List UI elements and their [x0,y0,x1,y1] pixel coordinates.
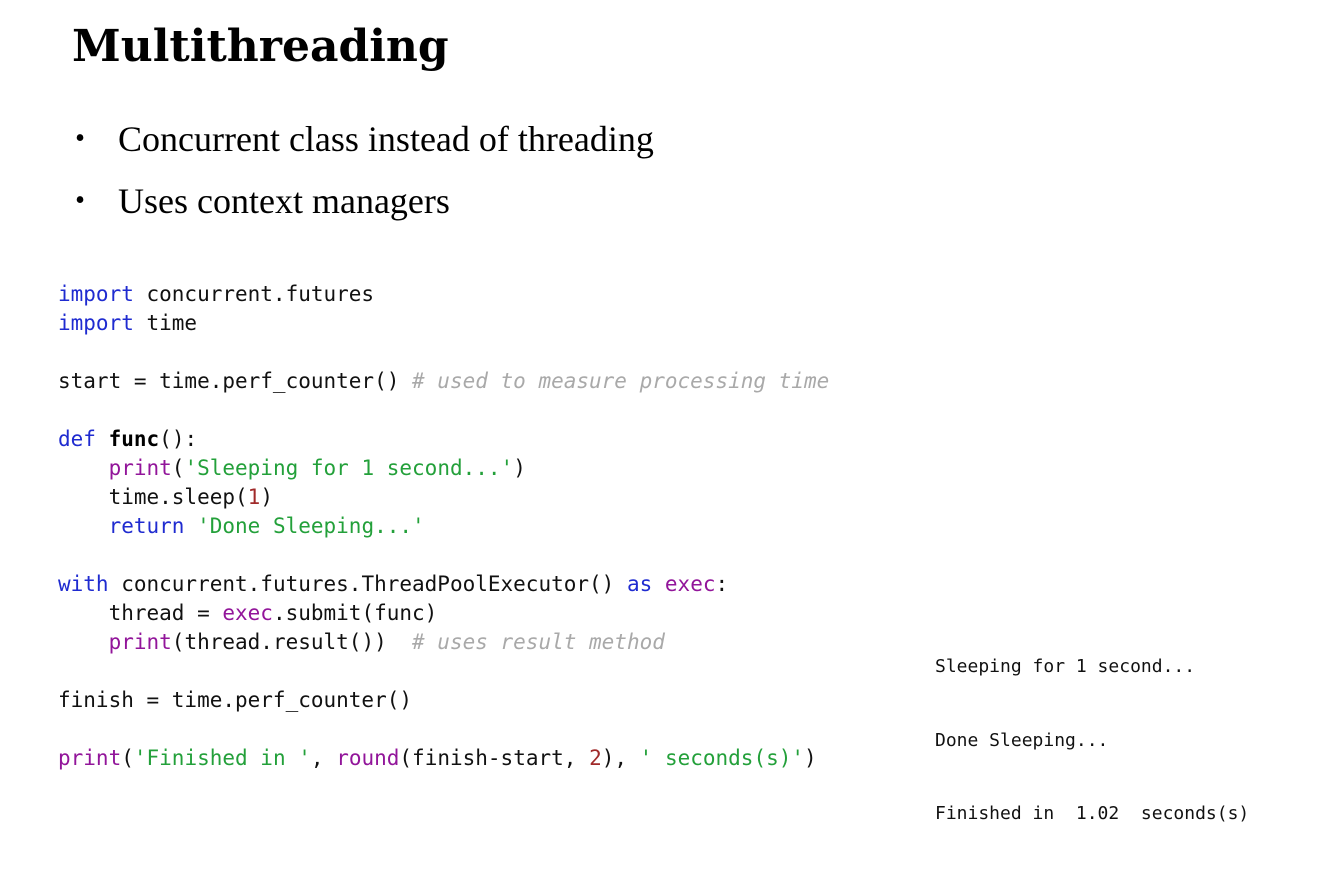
code-token: ), [601,746,640,770]
code-token: as [626,572,653,596]
code-token: 1 [247,485,261,509]
code-token: round [336,746,400,770]
code-token: def [58,427,96,451]
code-token: import [58,282,134,306]
code-token: # used to measure processing time [412,369,830,393]
code-block: import concurrent.futures import time sta… [58,280,829,773]
code-token: 'Done Sleeping...' [197,514,425,538]
code-token: finish = time.perf_counter() [58,688,413,712]
code-line: print(thread.result()) # uses result met… [58,628,829,657]
code-token: (finish-start, [399,746,590,770]
bullet-marker: • [75,123,85,154]
code-line: print('Finished in ', round(finish-start… [58,744,829,773]
code-token: , [310,746,337,770]
code-token: concurrent.futures [133,282,375,306]
code-token: with [58,572,109,596]
code-line: time.sleep(1) [58,483,829,512]
code-token: time [133,311,198,335]
code-token: print [108,456,172,480]
code-token: .submit(func) [272,601,438,625]
bullet-marker: • [75,185,85,216]
code-line: finish = time.perf_counter() [58,686,829,715]
bullet-text: Uses context managers [118,181,450,221]
code-line: import time [58,309,829,338]
slide-title: Multithreading [72,21,449,72]
code-token: exec [222,601,273,625]
code-token: ) [513,456,526,480]
code-token: ' seconds(s)' [639,746,805,770]
bullet-item: • Concurrent class instead of threading [72,114,654,176]
code-token: : [715,572,729,596]
code-token: 2 [589,746,602,770]
code-line: with concurrent.futures.ThreadPoolExecut… [58,570,829,599]
code-line: return 'Done Sleeping...' [58,512,829,541]
code-token: ( [121,746,134,770]
code-token: exec [664,572,716,596]
bullet-item: • Uses context managers [72,176,654,238]
code-line: start = time.perf_counter() # used to me… [58,367,829,396]
code-token: start = time.perf_counter() [58,369,413,393]
code-line: print('Sleeping for 1 second...') [58,454,829,483]
code-line: import concurrent.futures [58,280,829,309]
code-token: # uses result method [412,630,665,654]
code-token: ) [260,485,273,509]
code-token: ( [171,456,185,480]
output-line: Sleeping for 1 second... [935,656,1196,677]
code-token: func [108,427,160,451]
bullet-text: Concurrent class instead of threading [118,119,654,159]
code-line: thread = exec.submit(func) [58,599,829,628]
output-panel: Sleeping for 1 second... Done Sleeping..… [935,606,1249,851]
code-token: 'Sleeping for 1 second...' [184,456,514,480]
code-token: return [108,514,185,538]
code-token: thread = [58,601,223,625]
code-token: ) [804,746,817,770]
output-line: Finished in 1.02 seconds(s) [935,803,1250,824]
code-token: print [108,630,172,654]
code-token: import [58,311,134,335]
bullet-list: • Concurrent class instead of threading … [72,114,654,238]
code-line: def func(): [58,425,829,454]
output-line: Done Sleeping... [935,729,1109,751]
code-token: (): [159,427,198,451]
code-token: 'Finished in ' [133,746,311,770]
code-token: concurrent.futures.ThreadPoolExecutor() [108,572,627,596]
code-token: time.sleep( [58,485,248,509]
code-token: print [58,746,122,770]
code-token: (thread.result()) [171,630,413,654]
